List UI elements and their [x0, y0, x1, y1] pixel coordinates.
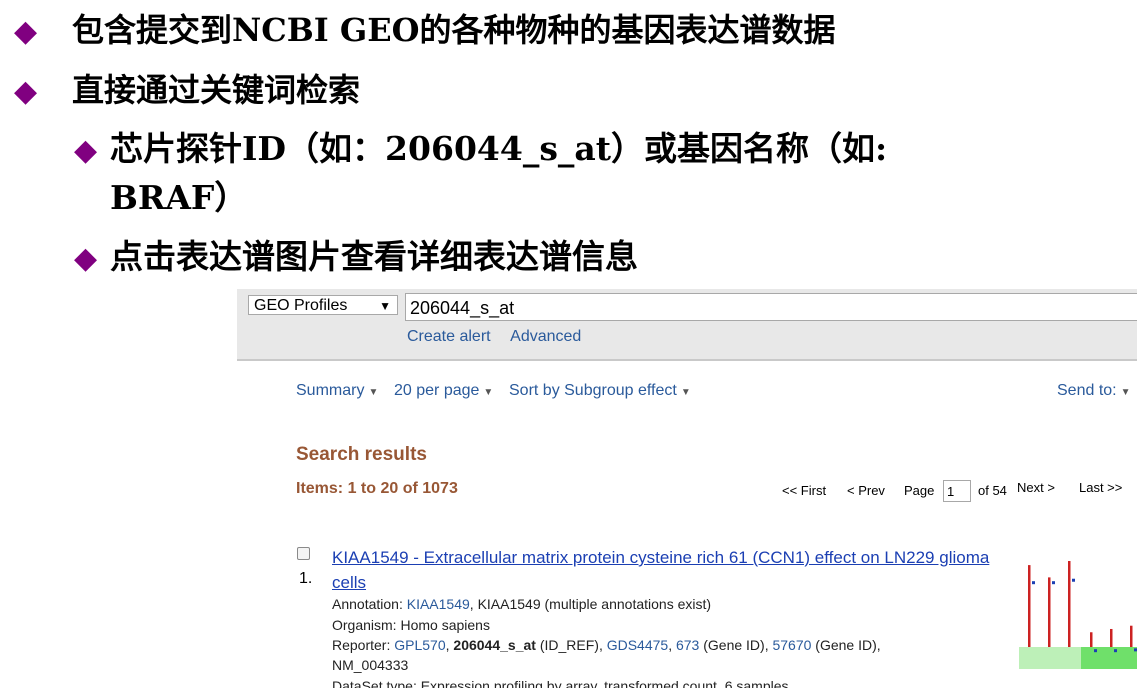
database-select-value: GEO Profiles	[254, 297, 348, 314]
reporter-geneid-2: (Gene ID),	[811, 637, 881, 653]
results-heading: Search results	[296, 444, 427, 465]
rank-dot	[1052, 581, 1055, 585]
diamond-bullet-icon: ◆	[14, 14, 38, 49]
bullet-1: ◆ 包含提交到NCBI GEO的各种物种的基因表达谱数据	[14, 14, 835, 47]
caret-down-icon: ▼	[483, 387, 494, 398]
sort-label: Sort by Subgroup effect	[509, 382, 677, 399]
bullet-3: ◆ 芯片探针ID（如：206044_s_at）或基因名称（如:	[74, 132, 887, 166]
bullet-4: ◆ 点击表达谱图片查看详细表达谱信息	[74, 240, 638, 274]
reporter-gene2-link[interactable]: 57670	[772, 637, 811, 653]
bullet-2: ◆ 直接通过关键词检索	[14, 74, 360, 107]
page-number-value: 1	[947, 484, 955, 499]
result-checkbox[interactable]	[297, 547, 310, 560]
bullet-3-text: 芯片探针ID（如：206044_s_at）或基因名称（如:	[110, 129, 888, 168]
reporter-separator: ,	[668, 637, 676, 653]
caret-down-icon: ▼	[368, 387, 379, 398]
rank-dot	[1072, 578, 1075, 582]
items-range: 1 to 20 of 1073	[347, 480, 458, 497]
page-total: of 54	[978, 483, 1007, 498]
bullet-4-text: 点击表达谱图片查看详细表达谱信息	[110, 237, 638, 276]
annotation-rest: , KIAA1549 (multiple annotations exist)	[469, 596, 712, 612]
create-alert-link[interactable]: Create alert	[407, 328, 491, 345]
prev-page-link[interactable]: < Prev	[847, 483, 885, 498]
result-reporter: Reporter: GPL570, 206044_s_at (ID_REF), …	[332, 637, 881, 653]
caret-down-icon: ▼	[1120, 387, 1131, 398]
diamond-bullet-icon: ◆	[14, 74, 38, 109]
advanced-search-link[interactable]: Advanced	[510, 328, 581, 345]
search-bar: GEO Profiles ▼ 206044_s_at Create alert …	[237, 289, 1137, 361]
reporter-label: Reporter:	[332, 637, 391, 653]
search-input[interactable]: 206044_s_at	[405, 293, 1137, 321]
reporter-gds-link[interactable]: GDS4475	[607, 637, 668, 653]
database-select[interactable]: GEO Profiles ▼	[248, 295, 398, 315]
reporter-geneid-1: (Gene ID),	[699, 637, 773, 653]
page-label: Page	[904, 483, 935, 498]
bullet-1-text: 包含提交到NCBI GEO的各种物种的基因表达谱数据	[72, 11, 836, 49]
sort-menu[interactable]: Sort by Subgroup effect ▼	[509, 382, 691, 400]
result-title-link[interactable]: KIAA1549 - Extracellular matrix protein …	[332, 545, 992, 595]
summary-label: Summary	[296, 382, 365, 399]
search-input-value: 206044_s_at	[410, 298, 515, 318]
subgroup-a-band	[1019, 647, 1081, 669]
expression-bar	[1028, 565, 1031, 647]
send-to-menu[interactable]: Send to: ▼	[1057, 382, 1131, 400]
rank-dot	[1032, 581, 1035, 585]
items-count: Items: 1 to 20 of 1073	[296, 480, 458, 498]
last-page-button[interactable]: Last >>	[1079, 480, 1137, 495]
summary-menu[interactable]: Summary ▼	[296, 382, 378, 400]
result-organism: Organism: Homo sapiens	[332, 617, 490, 633]
bullet-3-text-line2: BRAF）	[110, 178, 248, 217]
bullet-2-text: 直接通过关键词检索	[72, 71, 361, 109]
per-page-label: 20 per page	[394, 382, 480, 399]
result-annotation: Annotation: KIAA1549, KIAA1549 (multiple…	[332, 596, 711, 612]
subgroup-b-band	[1081, 647, 1137, 669]
ncbi-geo-screenshot: GEO Profiles ▼ 206044_s_at Create alert …	[237, 289, 1137, 688]
first-page-link[interactable]: << First	[782, 483, 826, 498]
bullet-3-continued: BRAF）	[110, 181, 247, 214]
rank-dot	[1114, 649, 1117, 653]
per-page-menu[interactable]: 20 per page ▼	[394, 382, 493, 400]
result-number: 1.	[299, 570, 313, 587]
rank-dot	[1094, 649, 1097, 653]
items-label: Items:	[296, 480, 344, 497]
expression-bar	[1130, 625, 1133, 647]
send-to-label: Send to:	[1057, 382, 1117, 399]
expression-bar	[1090, 632, 1093, 647]
expression-profile-thumbnail[interactable]	[1017, 551, 1137, 671]
diamond-bullet-icon: ◆	[74, 133, 98, 168]
caret-down-icon: ▼	[680, 387, 691, 398]
reporter-probe: 206044_s_at	[453, 637, 536, 653]
annotation-gene-link[interactable]: KIAA1549	[407, 596, 470, 612]
diamond-bullet-icon: ◆	[74, 241, 98, 276]
next-page-button[interactable]: Next >	[1017, 480, 1073, 495]
reporter-idref: (ID_REF),	[535, 637, 607, 653]
reporter-gpl-link[interactable]: GPL570	[394, 637, 445, 653]
reporter-gene-link[interactable]: 673	[676, 637, 699, 653]
expression-bar	[1110, 628, 1113, 647]
page-number-input[interactable]: 1	[943, 480, 971, 502]
annotation-label: Annotation:	[332, 596, 403, 612]
expression-bar	[1068, 561, 1071, 647]
reporter-nm-link[interactable]: NM_004333	[332, 657, 408, 673]
result-dataset-type: DataSet type: Expression profiling by ar…	[332, 678, 789, 688]
dropdown-arrow-icon: ▼	[379, 299, 391, 313]
search-sublinks: Create alert Advanced	[407, 328, 597, 346]
expression-bar	[1048, 577, 1051, 647]
